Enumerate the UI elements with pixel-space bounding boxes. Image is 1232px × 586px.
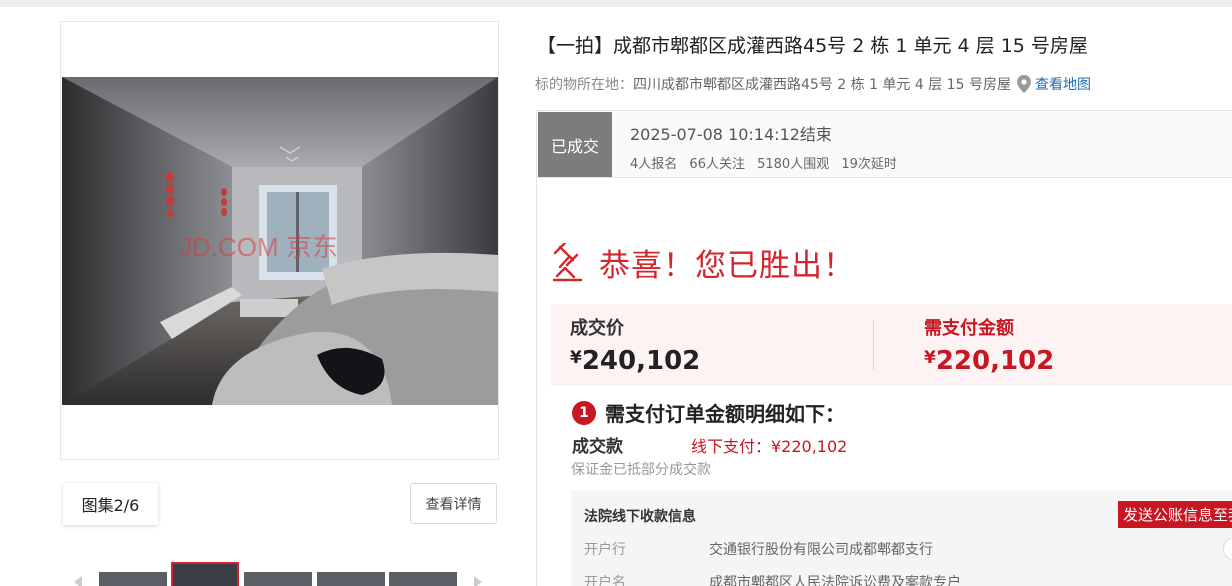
thumbnail[interactable]: [244, 572, 312, 586]
deal-price-currency: ¥: [570, 348, 582, 368]
deal-price-value: 240,102: [581, 346, 701, 376]
bank-label: 开户行: [584, 542, 626, 558]
offline-payment-amount: 线下支付：¥220,102: [691, 437, 848, 456]
amount-due-value: 220,102: [935, 346, 1055, 376]
auction-end-time: 2025-07-08 10:14:12结束: [630, 125, 832, 144]
view-details-button[interactable]: 查看详情: [410, 483, 497, 524]
thumb-next-arrow-icon[interactable]: [474, 576, 482, 586]
location-label: 标的物所在地：: [535, 77, 633, 93]
deal-price-block: 成交价 ¥240,102: [570, 314, 700, 376]
gavel-icon: [552, 242, 583, 281]
auction-status-panel: 已成交 2025-07-08 10:14:12结束 4人报名 66人关注 518…: [536, 110, 1232, 178]
payment-detail-heading: 1 需支付订单金额明细如下：: [572, 398, 845, 427]
court-info-title: 法院线下收款信息: [584, 509, 696, 525]
thumbnail[interactable]: [389, 572, 457, 586]
thumbnail-active[interactable]: [171, 562, 239, 586]
deposit-note: 保证金已抵部分成交款: [571, 462, 711, 478]
price-summary: 成交价 ¥240,102 需支付金额 ¥220,102: [551, 304, 1232, 386]
court-row-bank: 开户行 交通银行股份有限公司成都郫都支行: [584, 539, 933, 559]
payment-label: 成交款: [572, 437, 623, 457]
copy-icon[interactable]: [1223, 537, 1232, 561]
item-location: 标的物所在地： 四川成都市郫都区成灌西路45号 2 栋 1 单元 4 层 15 …: [535, 74, 1091, 94]
send-account-info-button[interactable]: 发送公账信息至我: [1118, 501, 1232, 528]
bank-value: 交通银行股份有限公司成都郫都支行: [709, 542, 933, 558]
auction-stats: 4人报名 66人关注 5180人围观 19次延时: [630, 153, 905, 172]
account-name-label: 开户名: [584, 575, 626, 586]
amount-due-currency: ¥: [924, 348, 936, 368]
thumb-prev-arrow-icon[interactable]: [74, 576, 82, 586]
win-message: 恭喜！您已胜出！: [599, 248, 855, 284]
stat-viewers: 5180人围观: [757, 157, 830, 172]
thumbnail[interactable]: [317, 572, 385, 586]
view-map-link[interactable]: 查看地图: [1035, 74, 1091, 94]
price-divider: [873, 320, 874, 370]
thumbnail[interactable]: [99, 572, 167, 586]
payment-row: 成交款 线下支付：¥220,102: [572, 432, 847, 457]
top-strip: [0, 0, 1232, 7]
court-row-account-name: 开户名 成都市郫都区人民法院诉讼费及案款专户: [584, 572, 961, 586]
amount-due-label: 需支付金额: [924, 318, 1014, 339]
win-banner: 恭喜！您已胜出！: [551, 240, 855, 285]
deal-price: ¥240,102: [570, 346, 700, 376]
deal-price-label: 成交价: [570, 318, 624, 339]
stat-extensions: 19次延时: [841, 157, 897, 172]
account-name-value: 成都市郫都区人民法院诉讼费及案款专户: [709, 575, 961, 586]
photo-watermark: JD.COM 京东: [179, 232, 338, 262]
map-pin-icon: [1016, 75, 1031, 93]
court-payment-info: 法院线下收款信息 发送公账信息至我 开户行 交通银行股份有限公司成都郫都支行 开…: [571, 491, 1232, 586]
location-value: 四川成都市郫都区成灌西路45号 2 栋 1 单元 4 层 15 号房屋: [633, 77, 1011, 93]
stat-registrations: 4人报名: [630, 157, 678, 172]
payment-detail-title: 需支付订单金额明细如下：: [605, 402, 845, 426]
step-number-badge: 1: [572, 400, 596, 425]
amount-due: ¥220,102: [924, 346, 1054, 376]
amount-due-block: 需支付金额 ¥220,102: [924, 314, 1054, 376]
status-badge: 已成交: [538, 112, 612, 177]
item-title: 【一拍】成都市郫都区成灌西路45号 2 栋 1 单元 4 层 15 号房屋: [537, 35, 1088, 57]
main-photo-frame: JD.COM 京东: [60, 21, 499, 460]
gallery-counter[interactable]: 图集2/6: [63, 483, 158, 525]
thumbnail-strip: [74, 562, 494, 586]
main-photo[interactable]: JD.COM 京东: [62, 77, 498, 405]
stat-followers: 66人关注: [689, 157, 745, 172]
